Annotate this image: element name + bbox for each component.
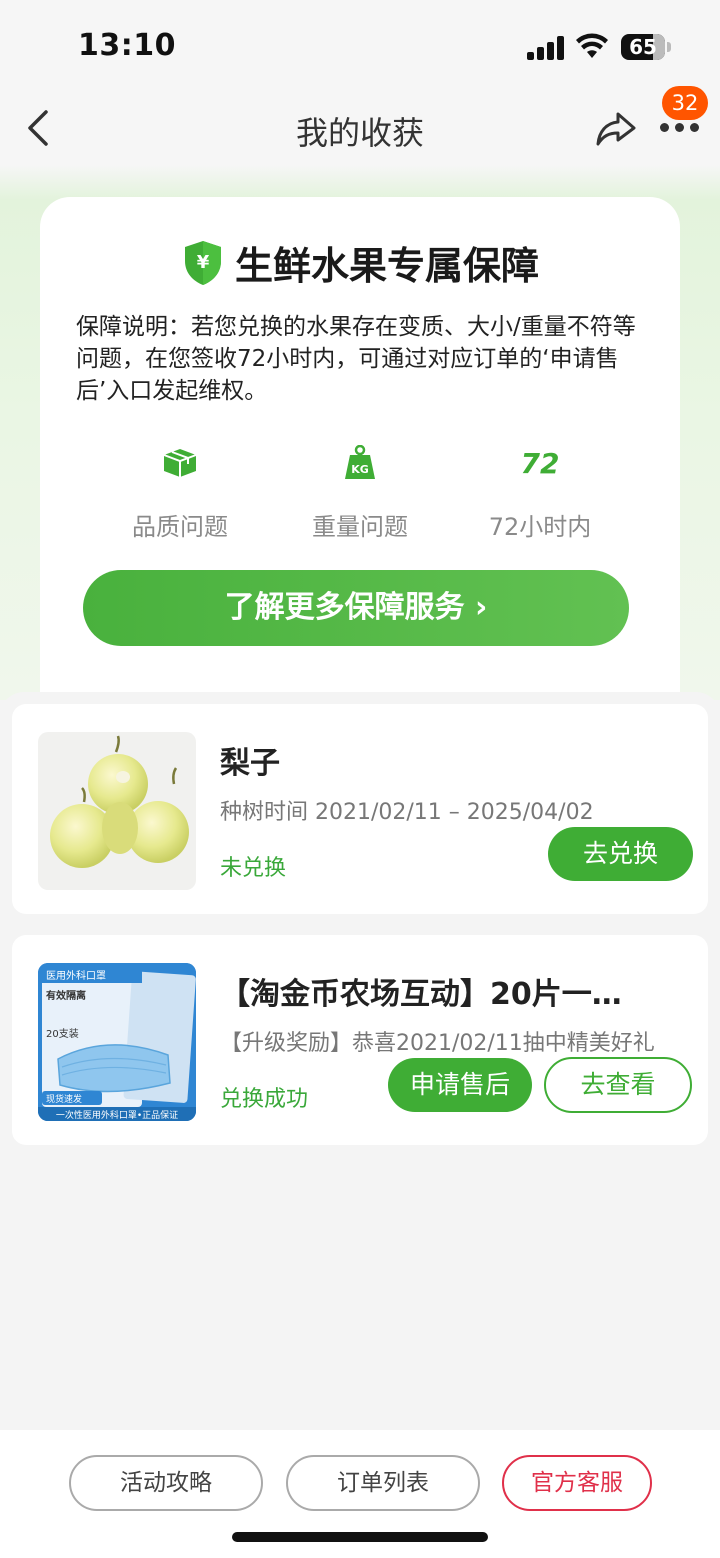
battery-percent: 65 <box>629 35 657 59</box>
bottom-action-bar: 活动攻略 订单列表 官方客服 <box>0 1430 720 1558</box>
shield-yen-icon: ¥ <box>184 240 221 285</box>
mask-package-illustration: 医用外科口罩 有效隔离 20支装 现货速发 一次性医用外科口罩•正品保证 <box>38 963 196 1121</box>
status-time: 13:10 <box>78 28 176 63</box>
customer-service-button[interactable]: 官方客服 <box>502 1455 652 1511</box>
list-item[interactable]: 梨子 种树时间 2021/02/11 – 2025/04/02 未兑换 去兑换 <box>12 704 708 914</box>
activity-guide-button[interactable]: 活动攻略 <box>69 1455 263 1511</box>
wifi-icon <box>576 33 608 58</box>
share-icon[interactable] <box>594 106 638 150</box>
svg-text:72: 72 <box>521 447 560 479</box>
svg-text:一次性医用外科口罩•正品保证: 一次性医用外科口罩•正品保证 <box>56 1109 178 1121</box>
cellular-signal-icon <box>527 36 565 60</box>
redeem-button[interactable]: 去兑换 <box>548 827 693 881</box>
guarantee-card: ¥ 生鲜水果专属保障 保障说明：若您兑换的水果存在变质、大小/重量不符等问题，在… <box>40 197 680 717</box>
harvest-list: 梨子 种树时间 2021/02/11 – 2025/04/02 未兑换 去兑换 … <box>0 692 720 1432</box>
learn-more-guarantee-button[interactable]: 了解更多保障服务 › <box>83 570 629 646</box>
box-icon <box>163 449 197 477</box>
72-icon: 72 <box>521 447 560 479</box>
view-button[interactable]: 去查看 <box>544 1057 692 1113</box>
item-subtitle: 种树时间 2021/02/11 – 2025/04/02 <box>220 800 594 825</box>
navigation-bar: 我的收获 <box>0 90 720 166</box>
svg-text:KG: KG <box>351 463 369 476</box>
item-status: 兑换成功 <box>220 1087 309 1112</box>
guarantee-features: 品质问题 KG 重量问题 72 72小时内 <box>90 445 630 541</box>
guarantee-header: ¥ 生鲜水果专属保障 <box>40 235 680 288</box>
svg-text:医用外科口罩: 医用外科口罩 <box>46 969 106 982</box>
feature-quality: 品质问题 <box>90 445 270 541</box>
more-options-icon[interactable] <box>658 120 702 134</box>
after-sales-button[interactable]: 申请售后 <box>388 1058 532 1112</box>
item-title: 梨子 <box>220 746 280 781</box>
battery-icon: 65 <box>621 34 671 60</box>
pear-image <box>38 732 196 890</box>
list-item[interactable]: 医用外科口罩 有效隔离 20支装 现货速发 一次性医用外科口罩•正品保证 【淘金… <box>12 935 708 1145</box>
svg-text:有效隔离: 有效隔离 <box>46 989 86 1002</box>
item-subtitle: 【升级奖励】恭喜2021/02/11抽中精美好礼 <box>220 1031 655 1056</box>
status-bar: 13:10 65 <box>0 0 720 90</box>
feature-72h: 72 72小时内 <box>488 447 592 541</box>
svg-text:现货速发: 现货速发 <box>46 1093 82 1105</box>
kg-weight-icon: KG <box>345 445 375 479</box>
order-list-button[interactable]: 订单列表 <box>286 1455 480 1511</box>
guarantee-description: 保障说明：若您兑换的水果存在变质、大小/重量不符等问题，在您签收72小时内，可通… <box>76 314 636 404</box>
mask-product-image: 医用外科口罩 有效隔离 20支装 现货速发 一次性医用外科口罩•正品保证 <box>38 963 196 1121</box>
item-status: 未兑换 <box>220 856 287 881</box>
item-title: 【淘金币农场互动】20片一… <box>220 977 622 1012</box>
guarantee-title: 生鲜水果专属保障 <box>234 244 539 288</box>
pear-illustration <box>50 735 189 868</box>
svg-text:20支装: 20支装 <box>46 1027 79 1040</box>
feature-weight: KG 重量问题 <box>270 445 450 541</box>
svg-text:¥: ¥ <box>197 252 210 273</box>
notification-badge: 32 <box>662 86 708 120</box>
home-indicator <box>232 1532 488 1542</box>
